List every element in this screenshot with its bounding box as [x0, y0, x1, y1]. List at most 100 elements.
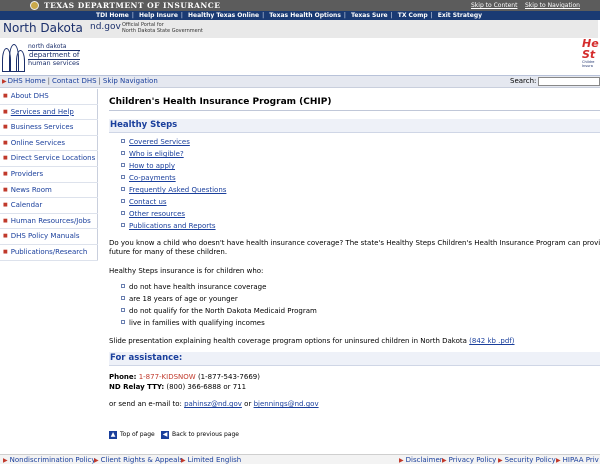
sidebar-item-label[interactable]: Providers: [11, 170, 43, 178]
sidebar-item-label[interactable]: Services and Help: [11, 108, 74, 116]
footer-link-security-policy[interactable]: ▶ Security Policy: [498, 456, 556, 464]
arrow-icon: ▶: [498, 457, 503, 464]
sidebar-item-news-room[interactable]: ■ News Room: [0, 183, 98, 199]
footer-link-client-rights[interactable]: ▶ Client Rights & Appeals: [94, 456, 183, 464]
bullet-icon: ■: [3, 202, 8, 209]
footer-link-privacy-policy[interactable]: ▶ Privacy Policy: [442, 456, 496, 464]
sidebar-item-label[interactable]: DHS Policy Manuals: [11, 232, 80, 240]
state-name: North Dakota: [0, 20, 88, 38]
footer-link-label[interactable]: Disclaimer: [406, 456, 443, 464]
tdi-link[interactable]: TX Comp: [398, 12, 428, 19]
healthy-steps-logo: He St Childre Insura: [582, 38, 600, 72]
tdi-link[interactable]: Exit Strategy: [438, 12, 482, 19]
section-heading-healthy-steps: Healthy Steps: [109, 119, 600, 133]
toc-link-co-payments[interactable]: Co-payments: [129, 174, 176, 182]
tdi-link[interactable]: Healthy Texas Online: [188, 12, 259, 19]
toc-item[interactable]: Frequently Asked Questions: [121, 186, 226, 194]
checkbox-bullet-icon: [121, 175, 125, 179]
footer-link-hipaa[interactable]: ▶ HIPAA Priv: [556, 456, 599, 464]
portal-url[interactable]: nd.gov: [90, 22, 121, 32]
back-to-previous-label[interactable]: Back to previous page: [172, 431, 239, 438]
section-heading-label: For assistance:: [110, 353, 183, 363]
top-of-page-label[interactable]: Top of page: [120, 431, 155, 438]
checkbox-bullet-icon: [121, 187, 125, 191]
sidebar-item-about-dhs[interactable]: ■ About DHS: [0, 89, 98, 105]
sidebar-item-label[interactable]: News Room: [11, 186, 52, 194]
tdi-link[interactable]: TDI Home: [96, 12, 129, 19]
contact-dhs-link[interactable]: Contact DHS: [52, 77, 97, 85]
phone-label: Phone:: [109, 373, 137, 381]
sidebar-item-label[interactable]: Online Services: [11, 139, 65, 147]
toc-item[interactable]: How to apply: [121, 162, 175, 170]
bullet-icon: ■: [3, 249, 8, 255]
skip-to-navigation-link[interactable]: Skip to Navigation: [525, 2, 580, 9]
footer-link-limited-english[interactable]: ▶ Limited English: [181, 456, 241, 464]
sidebar-item-direct-service-locations[interactable]: ■ Direct Service Locations: [0, 151, 98, 167]
checkbox-bullet-icon: [121, 151, 125, 155]
sidebar-item-label[interactable]: Direct Service Locations: [11, 154, 96, 162]
toc-link-covered-services[interactable]: Covered Services: [129, 138, 190, 146]
sidebar-item-human-resources-jobs[interactable]: ■ Human Resources/Jobs: [0, 214, 98, 230]
toc-link-who-is-eligible[interactable]: Who is eligible?: [129, 150, 184, 158]
toc-item[interactable]: Publications and Reports: [121, 222, 216, 230]
sidebar-item-label[interactable]: Business Services: [11, 123, 74, 131]
sidebar-item-business-services[interactable]: ■ Business Services: [0, 120, 98, 136]
footer-link-disclaimer[interactable]: ▶ Disclaimer: [399, 456, 443, 464]
bullet-icon: ■: [3, 124, 8, 131]
skip-navigation-link[interactable]: Skip Navigation: [103, 77, 158, 85]
footer-link-label[interactable]: Privacy Policy: [449, 456, 497, 464]
sidebar-item-calendar[interactable]: ■ Calendar: [0, 198, 98, 214]
sidebar-item-services-and-help[interactable]: ■ Services and Help: [0, 105, 98, 121]
intro-line-2: future for many of these children.: [109, 247, 228, 256]
dhs-logo-line3: human services: [28, 59, 80, 67]
dhs-home-link[interactable]: DHS Home: [8, 77, 46, 85]
footer-link-label[interactable]: HIPAA Priv: [563, 456, 599, 464]
site-footer: ▶ Nondiscrimination Policy ▶ Client Rights…: [0, 454, 600, 464]
toc-link-how-to-apply[interactable]: How to apply: [129, 162, 175, 170]
sidebar-item-label[interactable]: Publications/Research: [11, 248, 88, 256]
toc-item[interactable]: Who is eligible?: [121, 150, 184, 158]
toc-link-faq[interactable]: Frequently Asked Questions: [129, 186, 226, 194]
back-to-previous-page-link[interactable]: ◀ Back to previous page: [161, 431, 239, 439]
tdi-link[interactable]: Texas Sure: [351, 12, 388, 19]
sidebar-item-label[interactable]: Calendar: [11, 201, 42, 209]
bullet-icon: ■: [3, 108, 8, 115]
toc-link-contact-us[interactable]: Contact us: [129, 198, 167, 206]
sidebar-item-dhs-policy-manuals[interactable]: ■ DHS Policy Manuals: [0, 229, 98, 245]
toc-item[interactable]: Contact us: [121, 198, 167, 206]
sidebar-item-label[interactable]: About DHS: [11, 92, 49, 100]
portal-tagline-2: North Dakota State Government: [122, 28, 203, 34]
title-divider: [109, 110, 600, 111]
utility-nav: ▶DHS Home | Contact DHS | Skip Navigation Se…: [0, 76, 600, 88]
footer-link-label[interactable]: Client Rights & Appeals: [101, 456, 183, 464]
list-item: live in families with qualifying incomes: [121, 319, 265, 327]
toc-item[interactable]: Co-payments: [121, 174, 176, 182]
sidebar-item-online-services[interactable]: ■ Online Services: [0, 136, 98, 152]
footer-link-label[interactable]: Nondiscrimination Policy: [10, 456, 96, 464]
toc-link-other-resources[interactable]: Other resources: [129, 210, 185, 218]
checkbox-bullet-icon: [121, 211, 125, 215]
skip-to-content-link[interactable]: Skip to Content: [471, 2, 517, 9]
sidebar-item-providers[interactable]: ■ Providers: [0, 167, 98, 183]
footer-link-nondiscrimination[interactable]: ▶ Nondiscrimination Policy: [3, 456, 96, 464]
footer-link-label[interactable]: Security Policy: [505, 456, 556, 464]
sidebar-item-label[interactable]: Human Resources/Jobs: [11, 217, 91, 225]
email-link-bjennings[interactable]: bjennings@nd.gov: [254, 400, 319, 408]
toc-item[interactable]: Covered Services: [121, 138, 190, 146]
toc-link-publications-reports[interactable]: Publications and Reports: [129, 222, 216, 230]
bullet-icon: ■: [3, 186, 8, 193]
tdi-link[interactable]: Texas Health Options: [269, 12, 341, 19]
search-input[interactable]: [538, 77, 600, 86]
arrow-icon: ▶: [399, 457, 404, 464]
portal-tagline: Official Portal for North Dakota State G…: [122, 22, 203, 34]
email-link-pahinsz[interactable]: pahinsz@nd.gov: [184, 400, 242, 408]
toc-item[interactable]: Other resources: [121, 210, 185, 218]
top-of-page-link[interactable]: ▲ Top of page: [109, 431, 155, 439]
footer-link-label[interactable]: Limited English: [188, 456, 242, 464]
dhs-logo[interactable]: north dakota department of human service…: [2, 40, 102, 74]
tdi-title: Texas Department of Insurance: [44, 1, 221, 10]
sidebar-item-publications-research[interactable]: ■ Publications/Research: [0, 245, 98, 261]
bullet-icon: ■: [3, 217, 8, 224]
tdi-link[interactable]: Help Insure: [139, 12, 178, 19]
slide-pdf-link[interactable]: (842 kb .pdf): [469, 337, 514, 345]
